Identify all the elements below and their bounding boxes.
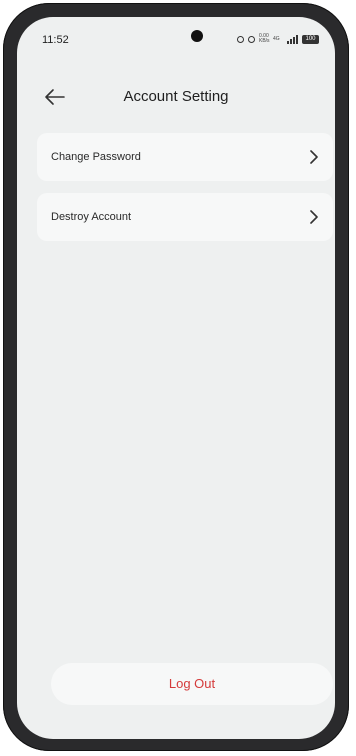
network-type: 4G [273, 35, 280, 42]
page-header: Account Setting [17, 79, 335, 115]
log-out-button[interactable]: Log Out [51, 663, 333, 705]
phone-frame: 11:52 0.00 KB/s 4G 100 Account Setting C… [3, 3, 349, 751]
chevron-right-icon [310, 210, 318, 224]
page-title: Account Setting [123, 88, 229, 105]
signal-icon [287, 34, 298, 44]
status-icons: 0.00 KB/s 4G 100 [237, 33, 319, 45]
status-bar: 11:52 0.00 KB/s 4G 100 [17, 17, 335, 53]
battery-icon: 100 [302, 34, 319, 44]
do-not-disturb-icon [248, 35, 255, 43]
network-speed: 0.00 KB/s [259, 33, 270, 44]
chevron-right-icon [310, 150, 318, 164]
change-password-item[interactable]: Change Password [37, 133, 333, 181]
destroy-account-label: Destroy Account [51, 211, 132, 223]
phone-screen: 11:52 0.00 KB/s 4G 100 Account Setting C… [17, 17, 335, 739]
change-password-label: Change Password [51, 151, 141, 163]
front-camera [191, 30, 203, 42]
status-time: 11:52 [42, 34, 69, 46]
alarm-icon [237, 35, 244, 43]
destroy-account-item[interactable]: Destroy Account [37, 193, 333, 241]
